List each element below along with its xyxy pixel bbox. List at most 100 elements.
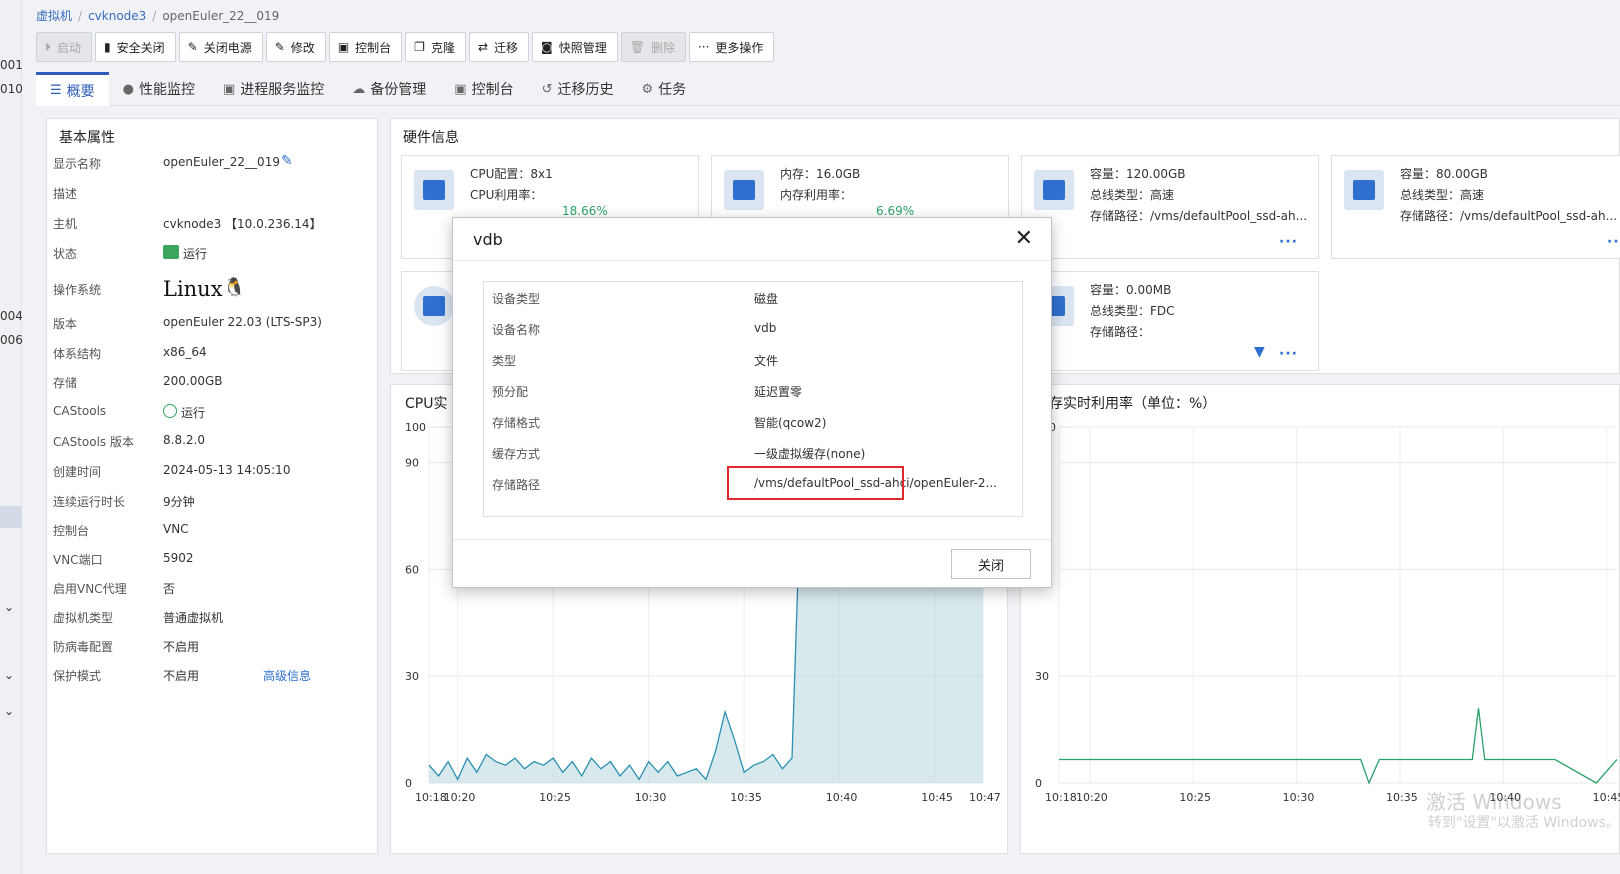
detail-label: 设备名称 — [492, 323, 541, 337]
tab-tasks[interactable]: ⚙ 任务 — [628, 72, 701, 106]
floppy-path: 存储路径： — [1090, 325, 1151, 339]
more-icon[interactable]: ··· — [1279, 234, 1298, 250]
delete-label: 删除 — [650, 40, 675, 55]
property-label: 描述 — [53, 187, 78, 201]
filter-icon[interactable]: ▼ — [1254, 344, 1265, 360]
close-button[interactable]: 关闭 — [951, 549, 1031, 579]
disk-bus-type: 总线类型：高速 — [1400, 188, 1485, 202]
property-label: 连续运行时长 — [53, 495, 126, 509]
gear-icon: ⚙ — [641, 81, 654, 97]
x-tick-label: 10:47 — [969, 791, 1001, 804]
edit-button[interactable]: ✎ 修改 — [265, 32, 326, 62]
dialog-divider — [453, 539, 1051, 540]
property-label: 体系结构 — [53, 347, 102, 361]
detail-row: 设备名称 vdb — [492, 321, 1012, 341]
tab-backup[interactable]: ☁ 备份管理 — [338, 72, 440, 106]
migrate-button[interactable]: ⇄ 迁移 — [468, 32, 530, 62]
property-value: openEuler_22__019 — [163, 155, 280, 169]
breadcrumb-host[interactable]: cvknode3 — [88, 9, 146, 23]
tab-console[interactable]: ▣ 控制台 — [440, 72, 527, 106]
y-tick-label: 30 — [405, 670, 419, 683]
more-icon[interactable]: ··· — [1279, 346, 1298, 362]
snapshot-button[interactable]: ◙ 快照管理 — [532, 32, 618, 62]
disk-icon — [1034, 170, 1074, 210]
history-icon: ↺ — [541, 81, 553, 97]
property-value: 运行 — [181, 406, 206, 420]
basic-properties-panel: 基本属性 显示名称 openEuler_22__019 ✎ 描述 主机 cvknode… — [46, 118, 378, 854]
detail-row: 类型 文件 — [492, 352, 1012, 372]
safe-shutdown-icon: ▮ — [104, 40, 111, 54]
x-tick-label: 10:20 — [1076, 791, 1108, 804]
property-label: 版本 — [53, 317, 78, 331]
console-label: 控制台 — [355, 40, 392, 55]
clone-button[interactable]: ❐ 克隆 — [405, 32, 466, 62]
property-row: CAStools 运行 — [53, 404, 373, 422]
floppy-card[interactable]: 容量：0.00MB 总线类型：FDC 存储路径： ▼ ··· — [1021, 271, 1319, 371]
breadcrumb-root[interactable]: 虚拟机 — [36, 9, 72, 23]
property-row: 主机 cvknode3 【10.0.236.14】 — [53, 215, 373, 233]
property-label: 存储 — [53, 376, 78, 390]
memory-icon — [724, 170, 764, 210]
tab-process-monitor[interactable]: ▣ 进程服务监控 — [209, 72, 338, 106]
chevron-down-icon[interactable]: ⌄ — [4, 704, 14, 718]
property-label: 状态 — [53, 247, 78, 261]
property-value: openEuler 22.03 (LTS-SP3) — [163, 315, 322, 329]
migrate-icon: ⇄ — [477, 40, 489, 54]
chevron-down-icon[interactable]: ⌄ — [4, 600, 14, 614]
monitor-icon: ▣ — [223, 81, 236, 97]
detail-label: 类型 — [492, 354, 517, 368]
disk-capacity: 容量：120.00GB — [1090, 167, 1186, 181]
edit-icon: ✎ — [274, 40, 285, 54]
advanced-info-link[interactable]: 高级信息 — [263, 667, 311, 684]
y-tick-label: 90 — [405, 457, 419, 470]
property-row: 虚拟机类型 普通虚拟机 — [53, 609, 373, 627]
x-tick-label: 10:25 — [1179, 791, 1211, 804]
series-line — [1059, 708, 1618, 785]
property-value: 不启用 — [163, 640, 200, 654]
disk-bus-type: 总线类型：高速 — [1090, 188, 1175, 202]
pencil-icon[interactable]: ✎ — [281, 153, 293, 169]
safe-shutdown-button[interactable]: ▮ 安全关闭 — [95, 32, 176, 62]
detail-value: 文件 — [754, 354, 779, 368]
tab-label: 控制台 — [471, 82, 514, 98]
property-value: VNC — [163, 522, 189, 536]
network-icon — [414, 286, 454, 326]
x-tick-label: 10:30 — [635, 791, 667, 804]
disk-card[interactable]: 容量：120.00GB 总线类型：高速 存储路径：/vms/defaultPoo… — [1021, 155, 1319, 259]
x-tick-label: 10:40 — [826, 791, 858, 804]
property-value: 8.8.2.0 — [163, 433, 205, 447]
left-strip-item[interactable]: 006 — [0, 333, 23, 347]
property-label: 创建时间 — [53, 465, 102, 479]
safe-shutdown-label: 安全关闭 — [116, 40, 165, 55]
power-icon: ⏵ — [45, 39, 52, 54]
power-off-button[interactable]: ✎ 关闭电源 — [178, 32, 263, 62]
property-value: 5902 — [163, 551, 194, 565]
start-button[interactable]: ⏵ 启动 — [36, 32, 93, 62]
property-label: 虚拟机类型 — [53, 611, 114, 625]
left-strip-item[interactable]: 001 — [0, 58, 23, 72]
delete-button[interactable]: 🗑 删除 — [620, 32, 686, 62]
more-actions-button[interactable]: ··· 更多操作 — [688, 32, 775, 62]
console-button[interactable]: ▣ 控制台 — [328, 32, 403, 62]
tab-overview[interactable]: ☰ 概要 — [36, 72, 109, 106]
more-icon[interactable]: ··· — [1607, 234, 1620, 250]
left-strip-item[interactable]: 004 — [0, 309, 23, 323]
left-strip-item[interactable]: 010 — [0, 82, 23, 96]
panel-title: 基本属性 — [59, 130, 115, 146]
plug-icon: ✎ — [187, 40, 198, 54]
tab-migration-history[interactable]: ↺ 迁移历史 — [528, 72, 628, 106]
disk-card[interactable]: 容量：80.00GB 总线类型：高速 存储路径：/vms/defaultPool… — [1331, 155, 1620, 259]
tab-performance[interactable]: ● 性能监控 — [109, 72, 209, 106]
tab-label: 迁移历史 — [557, 82, 614, 98]
property-label: CAStools — [53, 404, 107, 418]
property-row: 连续运行时长 9分钟 — [53, 493, 373, 511]
highlight-box — [727, 466, 904, 500]
property-value: 2024-05-13 14:05:10 — [163, 463, 291, 477]
property-value: 200.00GB — [163, 374, 223, 388]
x-tick-label: 10:18 — [415, 791, 447, 804]
property-row: 保护模式 不启用 高级信息 — [53, 667, 373, 685]
close-icon[interactable]: ✕ — [1015, 226, 1033, 251]
property-row: 体系结构 x86_64 — [53, 345, 373, 363]
chevron-down-icon[interactable]: ⌄ — [4, 668, 14, 682]
power-off-label: 关闭电源 — [203, 40, 252, 55]
